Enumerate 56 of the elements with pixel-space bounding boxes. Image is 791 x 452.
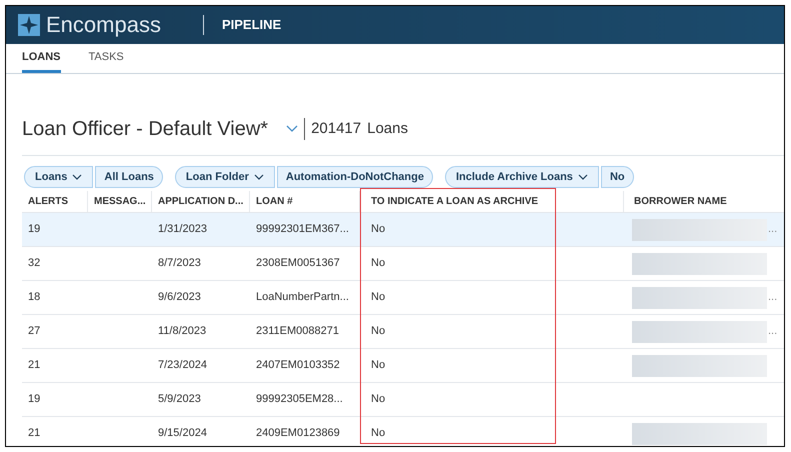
- filter-value[interactable]: Automation-DoNotChange: [276, 166, 433, 188]
- table-row[interactable]: 19 1/31/2023 99992301EM367... No ...: [22, 213, 784, 247]
- table-cell: 99992301EM367...: [256, 223, 349, 236]
- chevron-down-icon: [254, 174, 264, 180]
- column-header[interactable]: MESSAG...: [88, 191, 152, 212]
- loan-count-label: Loans: [367, 118, 408, 139]
- table-cell: 32: [28, 257, 40, 270]
- table-cell: 5/9/2023: [158, 393, 201, 406]
- table-cell-text: ...: [768, 222, 778, 238]
- chevron-down-icon: [578, 174, 588, 180]
- filter-dropdown[interactable]: Loans: [24, 166, 94, 188]
- filter-dropdown[interactable]: Include Archive Loans: [444, 166, 599, 188]
- tab[interactable]: LOANS: [22, 48, 60, 73]
- filter-dropdown[interactable]: Loan Folder: [174, 166, 275, 188]
- chevron-down-icon: [72, 174, 82, 180]
- table-cell-text: ...: [768, 290, 778, 306]
- table-cell: 19: [28, 393, 40, 406]
- table-cell: 2308EM0051367: [256, 257, 340, 270]
- table-cell: No: [371, 291, 386, 304]
- filter-value[interactable]: No: [600, 166, 634, 188]
- table-cell: 1/31/2023: [158, 223, 207, 236]
- table-cell: 2311EM0088271: [256, 325, 339, 338]
- table-cell: 19: [28, 223, 40, 236]
- column-header[interactable]: TO INDICATE A LOAN AS ARCHIVE: [360, 191, 624, 212]
- table-cell: 2407EM0103352: [256, 359, 340, 372]
- table-cell: No: [371, 393, 386, 406]
- logo-icon: [18, 14, 40, 36]
- table-cell: No: [371, 257, 386, 270]
- table-cell: 9/15/2024: [158, 427, 207, 440]
- chevron-down-icon[interactable]: [286, 125, 298, 133]
- table-cell: 21: [28, 427, 40, 440]
- filter-value[interactable]: All Loans: [95, 166, 163, 188]
- table-cell: No: [371, 427, 386, 440]
- table-cell: 27: [28, 325, 40, 338]
- tab[interactable]: TASKS: [88, 48, 124, 73]
- section-title: PIPELINE: [222, 16, 282, 34]
- table-cell: 2409EM0123869: [256, 427, 340, 440]
- table-cell: No: [371, 223, 386, 236]
- loan-count: 201417: [311, 118, 362, 139]
- table-cell: 7/23/2024: [158, 359, 207, 372]
- column-header[interactable]: APPLICATION D...: [152, 191, 250, 212]
- table-cell: 21: [28, 359, 40, 372]
- column-header[interactable]: BORROWER NAME: [624, 191, 784, 212]
- table-cell: 99992305EM28...: [256, 393, 343, 406]
- table-cell-text: ...: [768, 324, 778, 340]
- table-cell: 18: [28, 291, 40, 304]
- column-header[interactable]: LOAN #: [250, 191, 360, 212]
- brand-name: Encompass: [46, 14, 161, 36]
- table-cell: 9/6/2023: [158, 291, 201, 304]
- table-cell: 8/7/2023: [158, 257, 201, 270]
- table-cell: LoaNumberPartn...: [256, 291, 349, 304]
- table-cell: 11/8/2023: [158, 325, 206, 338]
- table-cell: No: [371, 359, 386, 372]
- view-title: Loan Officer - Default View*: [22, 117, 268, 142]
- column-header[interactable]: ALERTS: [22, 191, 88, 212]
- table-cell: No: [371, 325, 386, 338]
